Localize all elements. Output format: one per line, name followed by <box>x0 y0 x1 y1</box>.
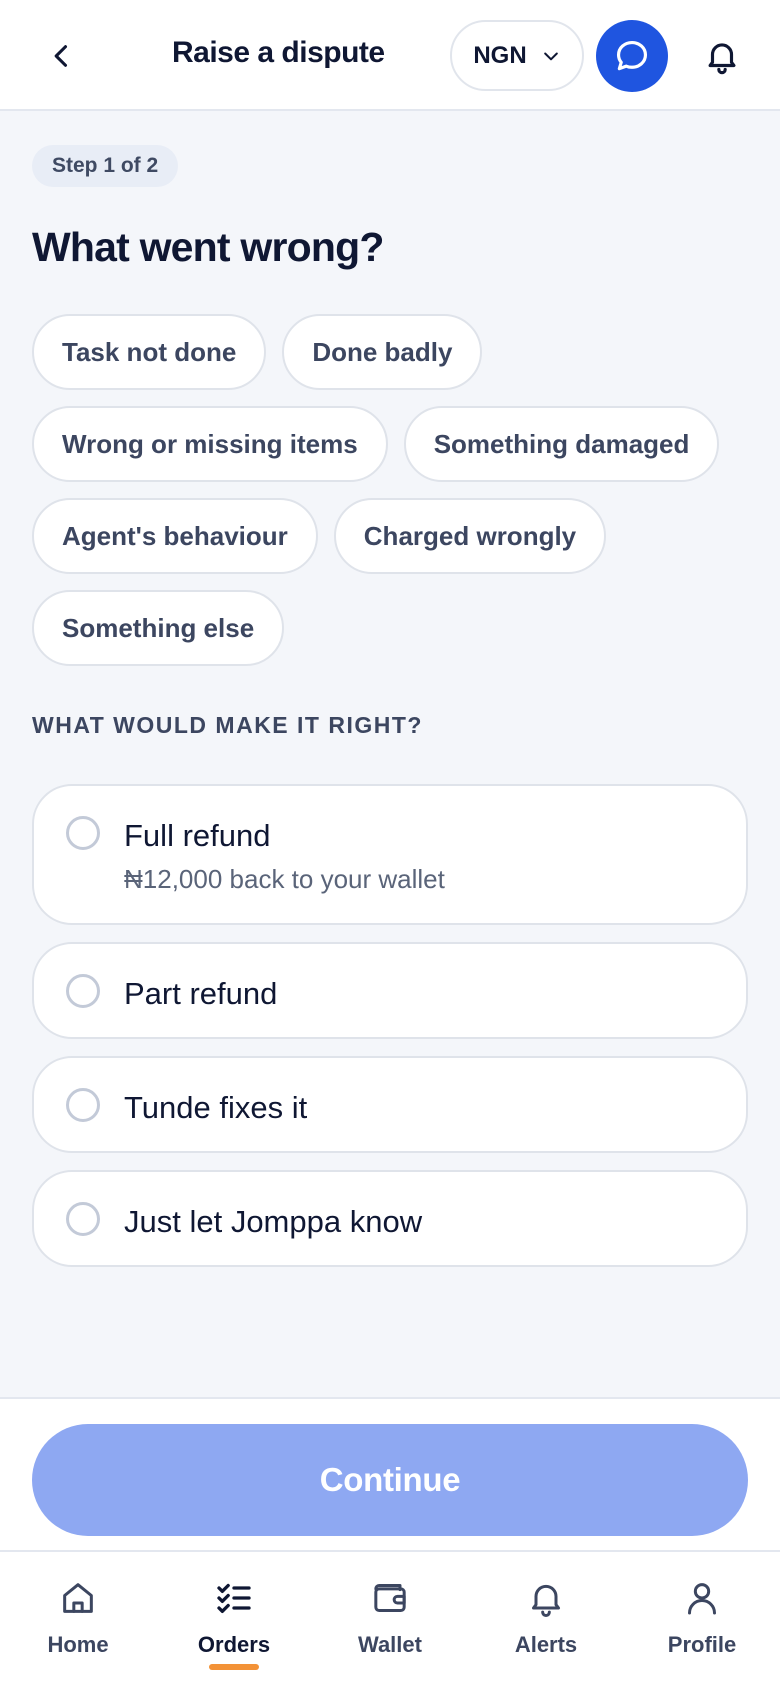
question-heading: What went wrong? <box>32 224 384 270</box>
nav-label: Home <box>47 1632 109 1657</box>
radio-button[interactable] <box>66 816 100 850</box>
option-title: Full refund <box>124 818 271 853</box>
bell-icon <box>524 1576 568 1620</box>
radio-button[interactable] <box>66 1202 100 1236</box>
resolution-options: Full refund ₦12,000 back to your wallet … <box>32 784 748 1267</box>
bell-icon <box>708 43 736 75</box>
wallet-icon <box>368 1576 412 1620</box>
issue-chips: Task not done Done badly Wrong or missin… <box>32 314 752 666</box>
nav-label: Profile <box>667 1632 737 1657</box>
radio-button[interactable] <box>66 974 100 1008</box>
profile-icon <box>680 1576 724 1620</box>
issue-chip[interactable]: Something else <box>32 590 285 666</box>
issue-chip[interactable]: Done badly <box>282 314 483 390</box>
nav-label: Orders <box>197 1632 271 1657</box>
issue-chip[interactable]: Wrong or missing items <box>32 406 388 482</box>
chevron-down-icon <box>543 52 558 60</box>
chat-button[interactable] <box>596 20 668 92</box>
option-title: Tunde fixes it <box>124 1090 308 1125</box>
orders-icon <box>212 1576 256 1620</box>
bottom-nav: Home Orders Wallet Alerts Profile <box>0 1550 780 1688</box>
continue-button[interactable]: Continue <box>32 1424 748 1536</box>
back-button[interactable] <box>38 32 86 80</box>
option-subtitle: ₦12,000 back to your wallet <box>124 864 445 894</box>
active-tab-indicator <box>209 1664 259 1670</box>
nav-item-wallet[interactable]: Wallet <box>312 1552 468 1688</box>
resolution-option-fix[interactable]: Tunde fixes it <box>32 1056 748 1153</box>
notifications-button[interactable] <box>696 30 748 82</box>
resolution-section-label: WHAT WOULD MAKE IT RIGHT? <box>32 712 423 738</box>
option-title: Just let Jomppa know <box>124 1204 423 1239</box>
nav-item-alerts[interactable]: Alerts <box>468 1552 624 1688</box>
radio-button[interactable] <box>66 1088 100 1122</box>
currency-label: NGN <box>473 41 527 69</box>
issue-chip[interactable]: Something damaged <box>403 406 720 482</box>
top-app-bar: Raise a dispute NGN <box>0 0 780 111</box>
nav-item-orders[interactable]: Orders <box>156 1552 312 1688</box>
page-title: Raise a dispute <box>172 36 385 69</box>
home-icon <box>56 1576 100 1620</box>
resolution-option-notify[interactable]: Just let Jomppa know <box>32 1170 748 1267</box>
issue-chip[interactable]: Charged wrongly <box>333 498 607 574</box>
nav-item-home[interactable]: Home <box>0 1552 156 1688</box>
resolution-option-part-refund[interactable]: Part refund <box>32 942 748 1039</box>
chat-bubble-icon <box>616 40 648 71</box>
issue-chip[interactable]: Task not done <box>32 314 267 390</box>
chevron-left-icon <box>54 45 68 67</box>
issue-chip[interactable]: Agent's behaviour <box>32 498 318 574</box>
nav-label: Wallet <box>358 1632 422 1657</box>
nav-item-profile[interactable]: Profile <box>624 1552 780 1688</box>
resolution-option-full-refund[interactable]: Full refund ₦12,000 back to your wallet <box>32 784 748 925</box>
option-title: Part refund <box>124 976 278 1011</box>
currency-selector[interactable]: NGN <box>450 20 584 91</box>
nav-label: Alerts <box>514 1632 578 1657</box>
step-indicator: Step 1 of 2 <box>32 145 179 187</box>
